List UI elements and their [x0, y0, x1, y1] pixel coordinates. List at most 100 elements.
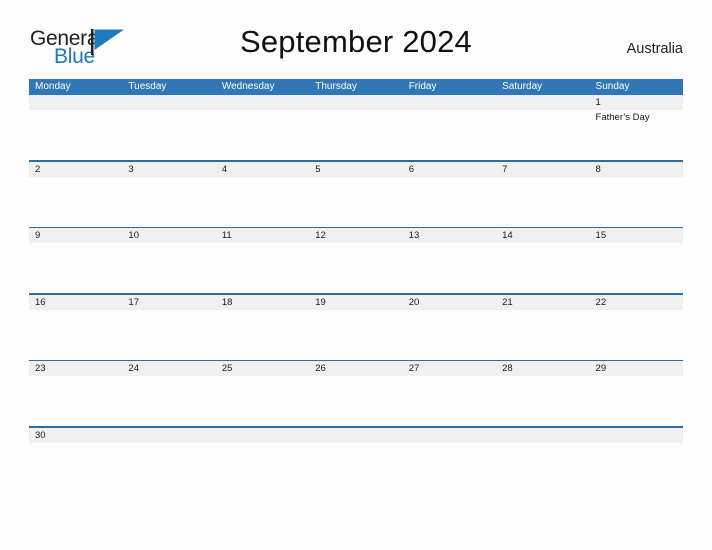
day-cell[interactable]: 19 — [309, 294, 403, 360]
day-cell[interactable]: 27 — [402, 361, 497, 426]
day-number: 21 — [502, 296, 513, 308]
day-cell[interactable]: 29 — [589, 361, 683, 426]
day-cell[interactable]: 22 — [589, 294, 683, 360]
day-number-band — [589, 427, 683, 443]
day-cell-empty — [309, 95, 403, 160]
day-number: 25 — [221, 363, 233, 374]
day-number: 2 — [35, 163, 41, 175]
day-number: 18 — [221, 296, 233, 308]
event-label: Father’s Day — [595, 112, 650, 123]
day-cell[interactable]: 28 — [496, 361, 590, 426]
day-events — [403, 376, 496, 378]
day-number-band: 3 — [122, 161, 216, 177]
day-cell[interactable]: 30 — [29, 427, 123, 445]
day-number: 8 — [595, 163, 601, 175]
day-events — [29, 376, 122, 378]
day-events — [590, 376, 683, 378]
day-cell[interactable]: 10 — [122, 228, 216, 293]
day-cell[interactable]: 18 — [215, 294, 310, 360]
day-events — [216, 376, 309, 378]
week-cells: 23 24 25 26 27 28 29 — [29, 361, 683, 426]
day-number-band: 23 — [29, 361, 123, 376]
day-cell[interactable]: 16 — [29, 294, 123, 360]
day-cell[interactable]: 3 — [122, 161, 216, 227]
day-events — [216, 443, 309, 445]
weekday-sunday: Sunday — [595, 81, 630, 92]
day-cell[interactable]: 13 — [402, 228, 497, 293]
day-cell[interactable]: 21 — [496, 294, 590, 360]
day-cell[interactable]: 14 — [496, 228, 590, 293]
day-events — [216, 243, 309, 245]
day-events: Father’s Day — [590, 110, 683, 124]
day-events — [496, 243, 589, 245]
day-number-band: 10 — [122, 228, 216, 243]
day-cell[interactable]: 11 — [215, 228, 310, 293]
day-number-band: 14 — [496, 228, 590, 243]
day-number-band: 6 — [402, 161, 497, 177]
day-number-band: 22 — [589, 294, 683, 310]
day-number: 15 — [595, 230, 607, 241]
day-cell-empty — [122, 427, 216, 445]
calendar-page: General Blue September 2024 Australia Mo… — [0, 0, 712, 550]
day-number-band: 26 — [309, 361, 403, 376]
day-cell[interactable]: 9 — [29, 228, 123, 293]
day-cell[interactable]: 20 — [402, 294, 497, 360]
day-number-band: 4 — [215, 161, 310, 177]
day-cell[interactable]: 4 — [215, 161, 310, 227]
day-events — [496, 177, 589, 179]
day-number: 30 — [35, 429, 46, 441]
day-cell[interactable]: 6 — [402, 161, 497, 227]
day-number-band: 29 — [589, 361, 683, 376]
day-number-band: 17 — [122, 294, 216, 310]
day-cell[interactable]: 1 Father’s Day — [589, 95, 683, 160]
day-events — [403, 310, 496, 312]
day-cell[interactable]: 26 — [309, 361, 403, 426]
day-number: 12 — [315, 230, 326, 241]
week-cells: 9 10 11 12 13 14 15 — [29, 228, 683, 293]
day-number: 26 — [315, 363, 326, 374]
day-cell[interactable]: 15 — [589, 228, 683, 293]
day-events — [403, 110, 496, 112]
calendar-grid: Monday Tuesday Wednesday Thursday Friday… — [29, 79, 683, 445]
day-number: 3 — [128, 163, 134, 175]
day-cell-empty — [402, 95, 497, 160]
calendar-week-row: 9 10 11 12 13 14 15 — [29, 226, 683, 294]
day-number-band: 11 — [215, 228, 310, 243]
day-events — [496, 310, 589, 312]
day-number: 22 — [595, 296, 607, 308]
day-number-band: 12 — [309, 228, 403, 243]
day-events — [122, 110, 215, 112]
day-cell[interactable]: 2 — [29, 161, 123, 227]
day-cell[interactable]: 5 — [309, 161, 403, 227]
day-number-band — [309, 95, 403, 110]
day-cell[interactable]: 25 — [215, 361, 310, 426]
day-number-band: 25 — [215, 361, 310, 376]
day-events — [496, 443, 589, 445]
day-number-band: 7 — [496, 161, 590, 177]
day-number-band — [402, 427, 497, 443]
week-cells: 16 17 18 19 20 21 22 — [29, 294, 683, 360]
week-cells: 1 Father’s Day — [29, 95, 683, 160]
day-cell-empty — [215, 95, 310, 160]
day-number-band — [402, 95, 497, 110]
day-cell[interactable]: 7 — [496, 161, 590, 227]
day-number-band: 13 — [402, 228, 497, 243]
calendar-week-row: 30 — [29, 426, 683, 445]
day-cell[interactable]: 24 — [122, 361, 216, 426]
day-events — [122, 376, 215, 378]
day-events — [122, 243, 215, 245]
day-events — [216, 110, 309, 112]
day-number: 23 — [35, 363, 46, 374]
day-number-band: 30 — [29, 427, 123, 443]
day-number-band: 8 — [589, 161, 683, 177]
day-number-band: 20 — [402, 294, 497, 310]
day-cell[interactable]: 12 — [309, 228, 403, 293]
day-number-band: 27 — [402, 361, 497, 376]
day-cell[interactable]: 23 — [29, 361, 123, 426]
day-cell[interactable]: 8 — [589, 161, 683, 227]
day-number: 1 — [595, 97, 601, 108]
day-cell[interactable]: 17 — [122, 294, 216, 360]
day-number: 5 — [315, 163, 321, 175]
day-events — [590, 310, 683, 312]
day-number: 29 — [595, 363, 607, 374]
